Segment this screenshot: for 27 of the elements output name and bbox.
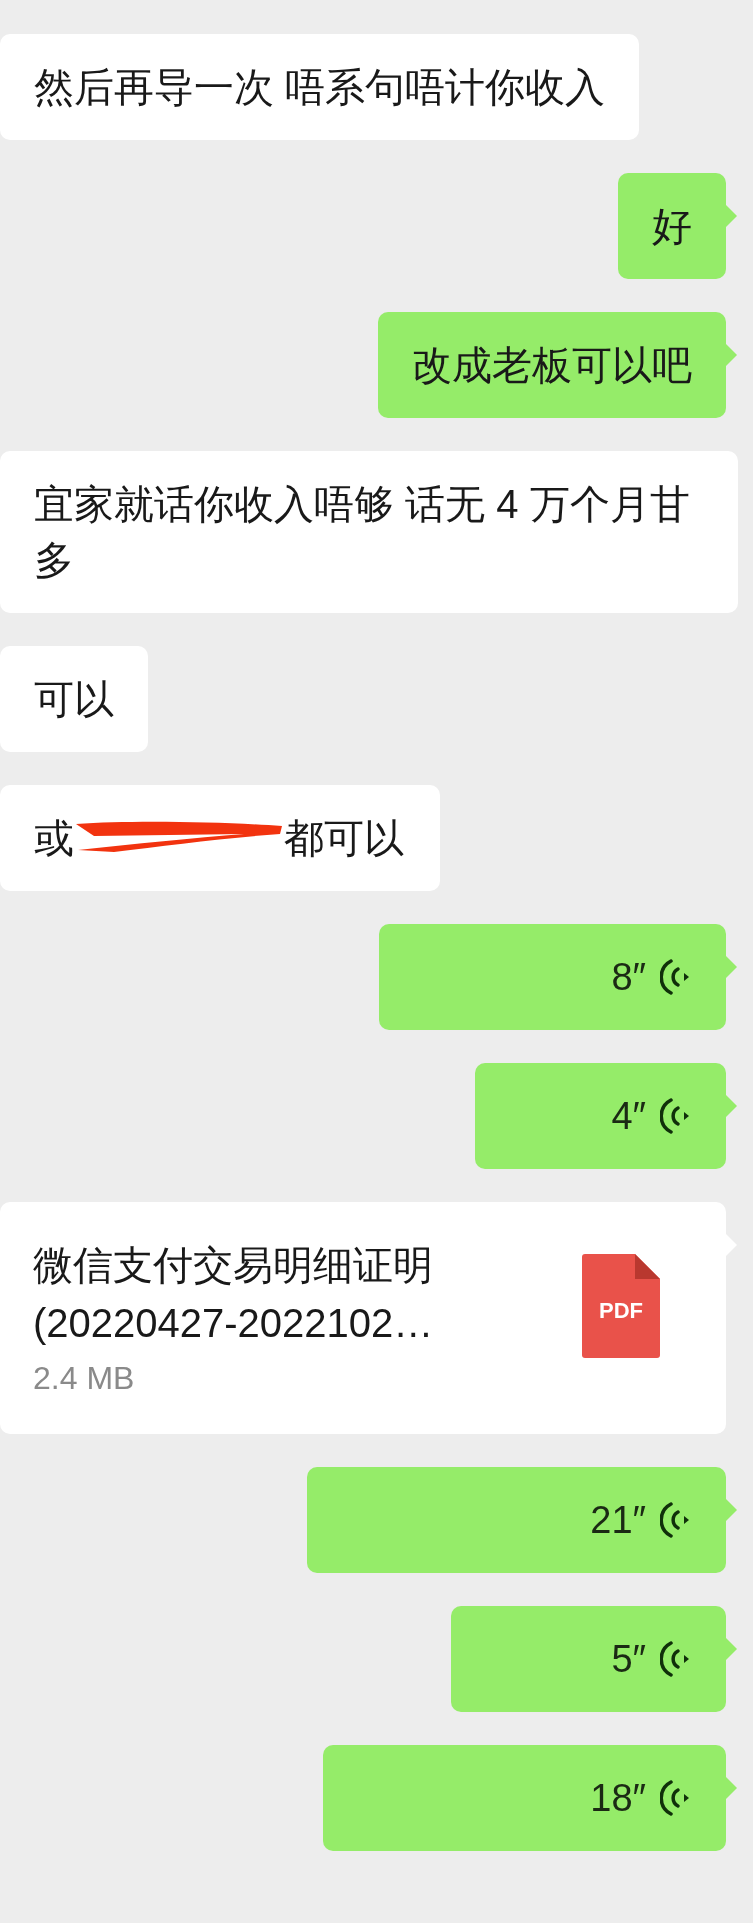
file-size: 2.4 MB [33,1359,136,1398]
voice-message-bubble[interactable]: 4″ [475,1063,726,1169]
message-bubble: 可以 [0,646,148,752]
message-bubble: 改成老板可以吧 [378,312,726,418]
file-type-label: PDF [599,1298,643,1323]
voice-duration: 5″ [611,1636,646,1682]
voice-wave-icon [660,1779,690,1817]
message-bubble: 然后再导一次 唔系句唔计你收入 [0,34,640,140]
voice-duration: 8″ [611,954,646,1000]
file-name: 微信支付交易明细证明(20220427-2022102… [33,1242,435,1347]
file-message-card[interactable]: 微信支付交易明细证明(20220427-2022102… 2.4 MB PDF [0,1202,726,1434]
voice-wave-icon [660,1640,690,1678]
message-bubble: 好 [618,173,726,279]
message-text: 都可以 [284,815,404,862]
voice-message-bubble[interactable]: 5″ [451,1606,726,1712]
pdf-file-icon [582,1254,660,1358]
voice-message-bubble[interactable]: 18″ [323,1745,726,1851]
voice-duration: 21″ [590,1497,646,1543]
voice-wave-icon [660,958,690,996]
voice-message-bubble[interactable]: 8″ [379,924,726,1030]
voice-duration: 18″ [590,1775,646,1821]
message-text: 或 [34,815,74,862]
voice-message-bubble[interactable]: 21″ [306,1467,726,1573]
voice-wave-icon [660,1097,690,1135]
voice-wave-icon [660,1501,690,1539]
voice-duration: 4″ [611,1093,646,1139]
message-bubble: 宜家就话你收入唔够 话无 4 万个月甘多 [0,451,738,613]
